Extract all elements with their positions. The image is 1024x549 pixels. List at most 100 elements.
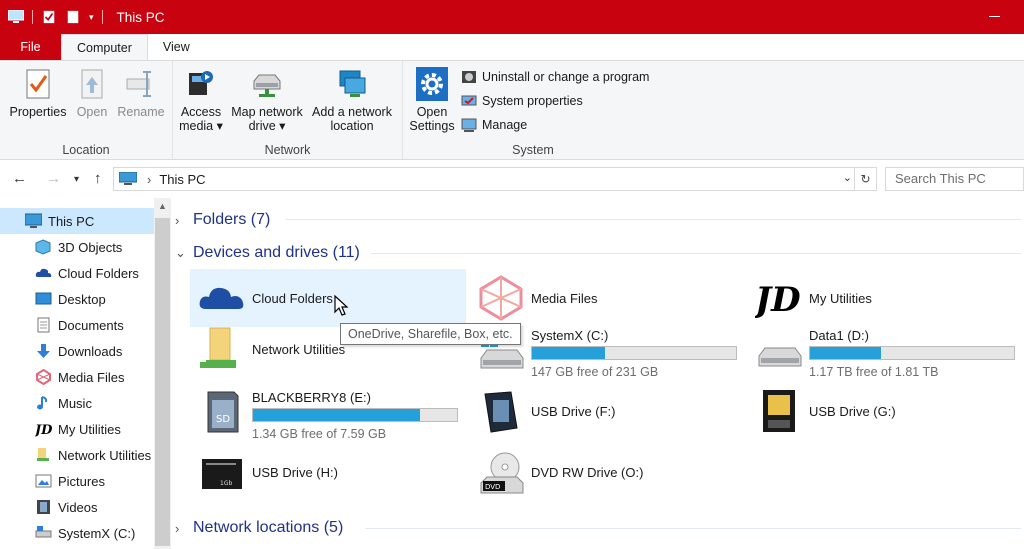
- pc-icon[interactable]: [8, 10, 24, 24]
- sidebar-item-network-utilities[interactable]: Network Utilities: [0, 442, 155, 468]
- pictures-icon: [35, 474, 52, 488]
- open-button[interactable]: Open: [72, 67, 112, 119]
- drive-capacity-fill: [253, 409, 421, 421]
- drive-tile-data1-d[interactable]: Data1 (D:) 1.17 TB free of 1.81 TB: [747, 320, 1023, 379]
- properties-check-icon[interactable]: [41, 10, 57, 24]
- drive-name: My Utilities: [809, 291, 872, 306]
- drive-tile-usb-h[interactable]: 1Gb USB Drive (H:): [190, 443, 466, 501]
- devices-section-header[interactable]: ⌄ Devices and drives (11): [175, 240, 360, 266]
- sidebar-item-videos[interactable]: Videos: [0, 494, 155, 520]
- add-network-location-button[interactable]: Add a network location: [309, 67, 395, 133]
- map-network-drive-button[interactable]: Map network drive ▾: [227, 67, 307, 133]
- sidebar-item-media-files[interactable]: Media Files: [0, 364, 155, 390]
- breadcrumb[interactable]: This PC: [159, 172, 205, 187]
- sidebar-item-label: Music: [58, 395, 92, 411]
- properties-button[interactable]: Properties: [7, 67, 69, 119]
- add-location-label-2: location: [330, 119, 374, 133]
- svg-text:DVD: DVD: [485, 483, 500, 491]
- address-dropdown-icon[interactable]: ⌄: [843, 171, 852, 184]
- access-media-label-1: Access: [180, 105, 222, 119]
- title-separator-2: [101, 10, 103, 24]
- refresh-icon[interactable]: ↻: [854, 168, 876, 190]
- cube-icon: [35, 239, 51, 255]
- chevron-down-icon: ⌄: [175, 245, 186, 260]
- drive-tile-usb-f[interactable]: USB Drive (F:): [469, 382, 745, 440]
- forward-arrow-icon[interactable]: →: [46, 170, 61, 187]
- sidebar-item-documents[interactable]: Documents: [0, 312, 155, 338]
- map-drive-label-1: Map network: [231, 105, 303, 119]
- sidebar-item-pictures[interactable]: Pictures: [0, 468, 155, 494]
- rename-button[interactable]: Rename: [116, 67, 166, 119]
- drive-icon: [35, 526, 52, 538]
- tab-view[interactable]: View: [148, 34, 205, 60]
- drive-tile-media-files[interactable]: Media Files: [469, 269, 745, 327]
- sidebar-item-this-pc[interactable]: This PC: [0, 208, 155, 234]
- sidebar-item-systemx-c[interactable]: SystemX (C:): [0, 520, 155, 546]
- drive-capacity-bar: [531, 346, 737, 360]
- sidebar-item-cloud-folders[interactable]: Cloud Folders: [0, 260, 155, 286]
- media-server-icon: [189, 71, 213, 95]
- sidebar-item-my-utilities[interactable]: JD My Utilities: [0, 416, 155, 442]
- drive-tile-dvd-rw-o[interactable]: DVD DVD RW Drive (O:): [469, 443, 745, 501]
- minimize-button[interactable]: [989, 16, 1000, 17]
- sidebar-item-label: SystemX (C:): [58, 525, 136, 541]
- sidebar-item-desktop[interactable]: Desktop: [0, 286, 155, 312]
- drive-name: SystemX (C:): [531, 328, 609, 343]
- breadcrumb-chevron-icon[interactable]: ›: [147, 172, 151, 187]
- content-pane: › Folders (7) ⌄ Devices and drives (11) …: [171, 198, 1024, 549]
- network-group-label: Network: [264, 143, 311, 157]
- recent-locations-chevron-icon[interactable]: ▾: [74, 174, 79, 185]
- sidebar-item-label: Pictures: [58, 473, 105, 489]
- drive-name: Cloud Folders: [252, 291, 333, 306]
- sidebar-item-3d-objects[interactable]: 3D Objects: [0, 234, 155, 260]
- drive-capacity-bar: [809, 346, 1015, 360]
- pc-icon: [119, 172, 137, 185]
- section-divider: [371, 253, 1021, 254]
- cloud-icon: [199, 287, 244, 309]
- system-group-label: System: [512, 143, 554, 157]
- tab-computer[interactable]: Computer: [61, 34, 148, 61]
- media-icon: [36, 369, 51, 385]
- drive-tile-blackberry8-e[interactable]: SD BLACKBERRY8 (E:) 1.34 GB free of 7.59…: [190, 382, 466, 441]
- folder-icon: [37, 448, 49, 461]
- properties-icon: [26, 69, 50, 99]
- scrollbar-thumb[interactable]: [155, 218, 170, 546]
- utilities-logo-icon: JD: [755, 280, 801, 320]
- chevron-right-icon: ›: [175, 212, 180, 228]
- sidebar-item-label: This PC: [48, 213, 95, 229]
- navigation-scrollbar[interactable]: ▲: [154, 198, 171, 549]
- sidebar-item-music[interactable]: Music: [0, 390, 155, 416]
- address-field[interactable]: › This PC ⌄ ↻: [113, 167, 877, 191]
- search-input[interactable]: Search This PC: [885, 167, 1024, 191]
- back-arrow-icon[interactable]: ←: [12, 170, 27, 187]
- drive-tile-cloud-folders[interactable]: Cloud Folders: [190, 269, 466, 327]
- open-settings-button[interactable]: Open Settings: [407, 67, 457, 133]
- folders-section-header[interactable]: › Folders (7): [175, 207, 270, 233]
- access-media-button[interactable]: Access media ▾: [178, 67, 224, 133]
- map-drive-label-2: drive ▾: [248, 119, 286, 133]
- mouse-cursor-icon: [334, 295, 349, 316]
- sidebar-item-downloads[interactable]: Downloads: [0, 338, 155, 364]
- up-arrow-icon[interactable]: ↑: [94, 170, 102, 187]
- window-title: This PC: [116, 9, 165, 25]
- drive-name: USB Drive (H:): [252, 465, 338, 480]
- scroll-up-arrow-icon[interactable]: ▲: [158, 201, 167, 211]
- uninstall-program-button[interactable]: Uninstall or change a program: [461, 67, 649, 87]
- network-section-header[interactable]: › Network locations (5): [175, 515, 343, 541]
- cloud-icon: [35, 268, 52, 277]
- title-separator: [32, 10, 33, 24]
- svg-text:JD: JD: [755, 280, 801, 320]
- memory-stick-icon: 1Gb: [202, 459, 242, 489]
- drive-tile-usb-g[interactable]: USB Drive (G:): [747, 382, 1023, 440]
- drive-tile-my-utilities[interactable]: JD My Utilities: [747, 269, 1023, 327]
- sd-card-icon: SD: [207, 391, 239, 433]
- system-properties-button[interactable]: System properties: [461, 91, 583, 111]
- open-label: Open: [76, 105, 108, 119]
- manage-button[interactable]: Manage: [461, 115, 527, 135]
- quick-access-dropdown-icon[interactable]: ▾: [89, 12, 94, 23]
- tab-file[interactable]: File: [0, 34, 61, 60]
- rename-label: Rename: [117, 105, 165, 119]
- add-location-label-1: Add a network: [312, 105, 392, 119]
- music-note-icon: [37, 396, 48, 410]
- new-folder-icon[interactable]: [65, 10, 81, 24]
